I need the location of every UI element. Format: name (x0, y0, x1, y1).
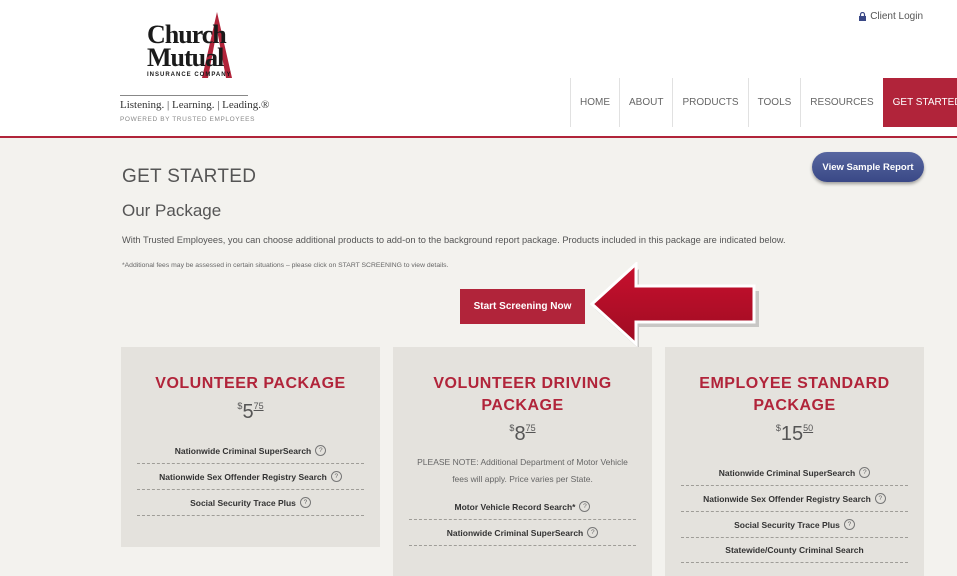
feature-item: Nationwide Criminal SuperSearch ? (137, 438, 364, 464)
feature-item: Nationwide Sex Offender Registry Search … (137, 464, 364, 490)
price-dollars: 5 (242, 401, 254, 423)
package-price: $875 (393, 423, 652, 446)
nav-about[interactable]: ABOUT (619, 78, 672, 127)
feature-label: Nationwide Sex Offender Registry Search (703, 493, 871, 504)
nav-get-started[interactable]: GET STARTED (882, 78, 957, 127)
feature-item: Social Security Trace Plus ? (681, 512, 908, 538)
feature-item: Statewide/County Criminal Search (681, 538, 908, 563)
package-note: PLEASE NOTE: Additional Department of Mo… (417, 457, 628, 484)
package-price: $1550 (665, 423, 924, 446)
church-mutual-logo[interactable]: Church Mutual INSURANCE COMPANY Listenin… (120, 12, 280, 127)
feature-item: Nationwide Sex Offender Registry Search … (681, 486, 908, 512)
logo-company: INSURANCE COMPANY (147, 72, 232, 78)
question-icon[interactable]: ? (843, 519, 855, 530)
page-title: GET STARTED (122, 166, 257, 187)
package-title: VOLUNTEER PACKAGE (155, 375, 346, 392)
package-price: $575 (121, 401, 380, 424)
price-dollars: 8 (514, 423, 526, 445)
feature-item: Nationwide Criminal SuperSearch ? (681, 460, 908, 486)
view-sample-report-button[interactable]: View Sample Report (812, 152, 924, 182)
site-header: Church Mutual INSURANCE COMPANY Listenin… (0, 0, 957, 138)
question-icon[interactable]: ? (330, 471, 342, 482)
feature-label: Nationwide Criminal SuperSearch (718, 467, 856, 478)
nav-products[interactable]: PRODUCTS (672, 78, 747, 127)
feature-item: Social Security Trace Plus ? (137, 490, 364, 516)
lock-icon (859, 12, 867, 21)
feature-label: Social Security Trace Plus (190, 497, 296, 508)
logo-text-mutual: Mutual (147, 43, 224, 72)
feature-list: Motor Vehicle Record Search* ? Nationwid… (409, 494, 636, 546)
feature-label: Nationwide Criminal SuperSearch (446, 527, 584, 538)
feature-label: Social Security Trace Plus (734, 519, 840, 530)
fees-note: *Additional fees may be assessed in cert… (122, 262, 449, 269)
nav-tools[interactable]: TOOLS (747, 78, 801, 127)
nav-resources[interactable]: RESOURCES (800, 78, 882, 127)
arrow-pointer-icon (589, 262, 759, 348)
price-cents: 75 (253, 401, 264, 411)
client-login-label: Client Login (870, 11, 923, 22)
nav-home[interactable]: HOME (570, 78, 619, 127)
package-title: EMPLOYEE STANDARD PACKAGE (699, 375, 890, 414)
feature-item: Nationwide Criminal SuperSearch ? (409, 520, 636, 546)
package-card-volunteer-driving: VOLUNTEER DRIVING PACKAGE $875 PLEASE NO… (393, 347, 652, 576)
question-icon[interactable]: ? (315, 445, 327, 456)
client-login-link[interactable]: Client Login (859, 11, 923, 22)
feature-list: Nationwide Criminal SuperSearch ? Nation… (137, 438, 364, 516)
price-dollars: 15 (780, 423, 804, 445)
question-icon[interactable]: ? (859, 467, 871, 478)
package-title: VOLUNTEER DRIVING PACKAGE (433, 375, 612, 414)
package-card-employee-standard: EMPLOYEE STANDARD PACKAGE $1550 Nationwi… (665, 347, 924, 576)
main-nav: HOME ABOUT PRODUCTS TOOLS RESOURCES GET … (570, 78, 957, 127)
intro-text: With Trusted Employees, you can choose a… (122, 235, 786, 245)
question-icon[interactable]: ? (579, 501, 591, 512)
feature-label: Nationwide Criminal SuperSearch (174, 445, 312, 456)
feature-list: Nationwide Criminal SuperSearch ? Nation… (681, 460, 908, 563)
feature-label: Nationwide Sex Offender Registry Search (159, 471, 327, 482)
feature-item: Motor Vehicle Record Search* ? (409, 494, 636, 520)
feature-label: Motor Vehicle Record Search* (454, 501, 576, 512)
section-title: Our Package (122, 201, 222, 220)
package-card-volunteer: VOLUNTEER PACKAGE $575 Nationwide Crimin… (121, 347, 380, 547)
question-icon[interactable]: ? (874, 493, 886, 504)
question-icon[interactable]: ? (299, 497, 311, 508)
feature-label: Statewide/County Criminal Search (725, 545, 864, 555)
price-cents: 50 (803, 423, 814, 433)
question-icon[interactable]: ? (587, 527, 599, 538)
start-screening-button[interactable]: Start Screening Now (460, 289, 585, 324)
logo-divider (120, 95, 248, 96)
logo-powered-by: POWERED BY TRUSTED EMPLOYEES (120, 116, 256, 123)
logo-tagline: Listening. | Learning. | Leading.® (120, 99, 270, 111)
price-cents: 75 (525, 423, 536, 433)
